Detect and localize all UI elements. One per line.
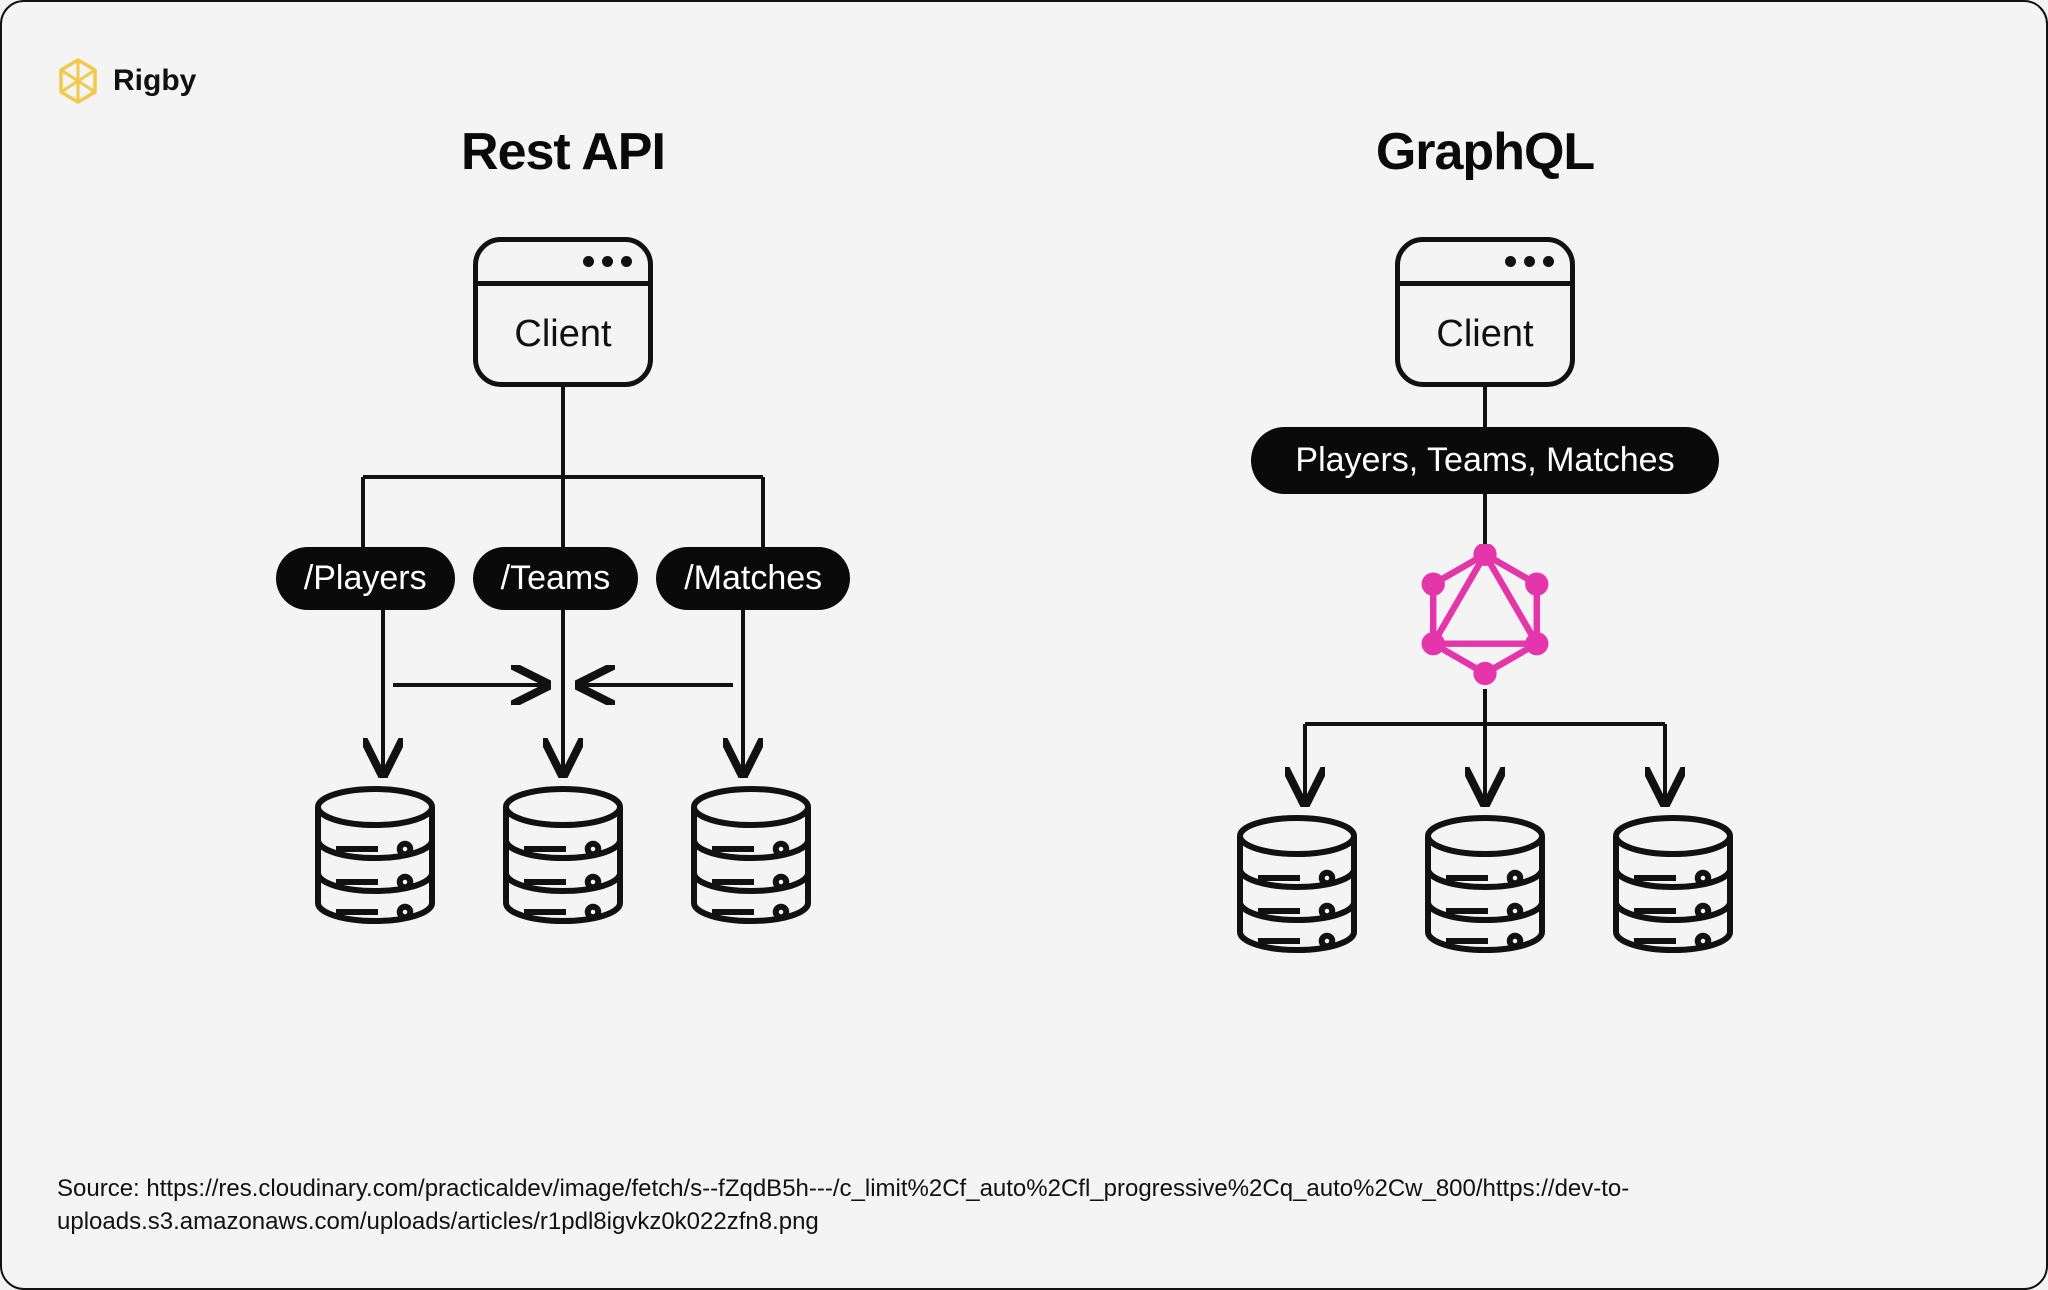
connector-fanout-down	[1165, 689, 1805, 809]
graphql-column: GraphQL Client Players, Teams, Matches	[1165, 122, 1805, 959]
logo-icon	[57, 57, 99, 105]
connector-line	[1165, 494, 1805, 544]
client-label: Client	[1436, 286, 1533, 382]
client-label: Client	[514, 286, 611, 382]
brand-logo: Rigby	[57, 57, 196, 105]
client-box: Client	[473, 237, 653, 387]
source-text: Source: https://res.cloudinary.com/pract…	[57, 1173, 1991, 1238]
client-box: Client	[1395, 237, 1575, 387]
endpoint-pill: /Matches	[656, 547, 850, 610]
rest-column: Rest API Client /Players /Teams /Matches	[243, 122, 883, 959]
endpoint-pill: /Teams	[473, 547, 639, 610]
rest-db-row	[300, 780, 826, 930]
connector-line	[1165, 387, 1805, 427]
rest-title: Rest API	[461, 122, 665, 182]
database-icon	[1410, 809, 1560, 959]
database-icon	[1598, 809, 1748, 959]
brand-name: Rigby	[113, 64, 196, 98]
graphql-title: GraphQL	[1376, 122, 1594, 182]
endpoint-pill: /Players	[276, 547, 455, 610]
graphql-query-pill: Players, Teams, Matches	[1251, 427, 1718, 494]
graphql-db-row	[1222, 809, 1748, 959]
rest-endpoint-row: /Players /Teams /Matches	[276, 547, 850, 610]
diagram: Rest API Client /Players /Teams /Matches	[2, 122, 2046, 959]
graphql-icon	[1420, 544, 1550, 689]
connector-fanout	[243, 387, 883, 547]
client-window-header	[478, 242, 648, 286]
database-icon	[488, 780, 638, 930]
database-icon	[676, 780, 826, 930]
client-window-header	[1400, 242, 1570, 286]
database-icon	[1222, 809, 1372, 959]
connector-rest-down	[243, 610, 883, 780]
database-icon	[300, 780, 450, 930]
